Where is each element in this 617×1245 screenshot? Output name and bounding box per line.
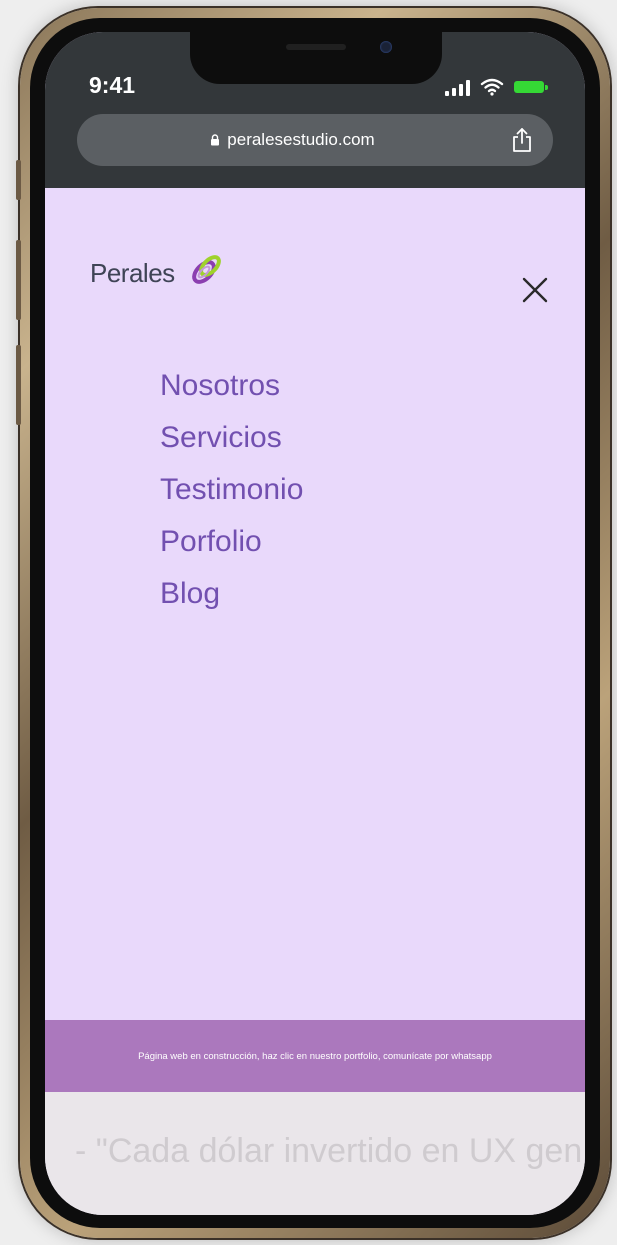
url-display[interactable]: peralesestudio.com (77, 114, 507, 166)
paperclip-logo-icon[interactable] (185, 248, 227, 290)
mute-switch (16, 160, 21, 200)
address-bar[interactable]: peralesestudio.com (77, 114, 553, 166)
front-camera (380, 41, 392, 53)
phone-screen: 9:41 peralesestudio.com Perales Nosotros… (45, 32, 585, 1215)
wifi-icon (480, 78, 504, 96)
close-menu-icon[interactable] (520, 275, 550, 305)
nav-item-testimonio[interactable]: Testimonio (160, 464, 303, 516)
status-icons (445, 78, 548, 96)
nav-item-porfolio[interactable]: Porfolio (160, 516, 303, 568)
quote-section: - "Cada dólar invertido en UX gen (45, 1092, 585, 1215)
nav-item-blog[interactable]: Blog (160, 568, 303, 620)
earpiece-speaker (286, 44, 346, 50)
nav-item-nosotros[interactable]: Nosotros (160, 360, 303, 412)
nav-item-servicios[interactable]: Servicios (160, 412, 303, 464)
main-navigation-menu: Nosotros Servicios Testimonio Porfolio B… (160, 360, 303, 620)
battery-icon (514, 81, 548, 93)
screenshot-stage: 9:41 peralesestudio.com Perales Nosotros… (0, 0, 617, 1245)
volume-down-button (16, 345, 21, 425)
volume-up-button (16, 240, 21, 320)
construction-notice-bar[interactable]: Página web en construcción, haz clic en … (45, 1020, 585, 1092)
url-text: peralesestudio.com (227, 130, 375, 149)
site-header: Perales (45, 188, 585, 308)
status-time: 9:41 (89, 72, 136, 98)
site-logo-text[interactable]: Perales (90, 258, 175, 289)
quote-text: - "Cada dólar invertido en UX gen (75, 1132, 583, 1170)
share-icon[interactable] (511, 127, 533, 153)
lock-icon (211, 134, 220, 146)
phone-notch (190, 32, 442, 84)
construction-notice-text: Página web en construcción, haz clic en … (138, 1050, 492, 1062)
cellular-signal-icon (445, 80, 470, 96)
